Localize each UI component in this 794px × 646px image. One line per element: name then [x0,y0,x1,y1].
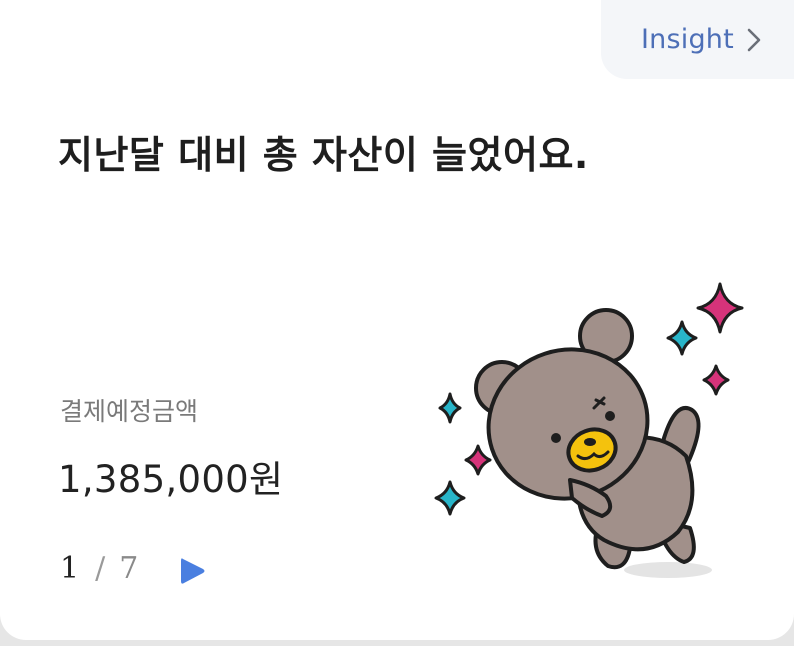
chevron-right-icon [747,28,761,51]
payment-label: 결제예정금액 [60,397,199,426]
play-icon[interactable] [178,555,206,587]
pager: 1 / 7 [60,551,138,586]
bear-sticker-icon [434,282,744,578]
payment-amount: 1,385,000원 [58,458,284,501]
pager-total: 7 [119,551,139,586]
headline: 지난달 대비 총 자산이 늘었어요. [58,133,589,177]
pager-current: 1 [60,551,80,586]
insight-label: Insight [641,24,734,55]
insight-link[interactable]: Insight [601,0,794,79]
pager-separator: / [95,551,106,586]
insight-card[interactable]: Insight 지난달 대비 총 자산이 늘었어요. 결제예정금액 1,385,… [0,0,794,640]
